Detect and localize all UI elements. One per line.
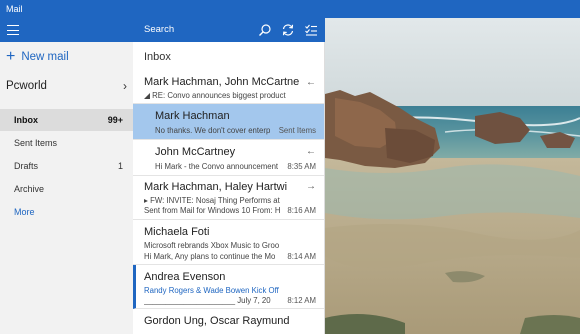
- message-sender: Mark Hachman, Haley Hartwi: [144, 181, 288, 193]
- message-preview: No thanks. We don't cover enterp: [155, 126, 271, 135]
- message-item[interactable]: John McCartney ← Hi Mark - the Convo ann…: [133, 140, 324, 176]
- select-messages-icon[interactable]: [304, 23, 318, 37]
- folder-inbox[interactable]: Inbox 99+: [0, 109, 133, 131]
- reply-icon: ←: [306, 77, 316, 88]
- message-subject-row: ▸ FW: INVITE: Nosaj Thing Performs at: [144, 196, 288, 205]
- message-sender: Andrea Evenson: [144, 271, 226, 283]
- more-label: More: [14, 207, 35, 217]
- message-item[interactable]: Michaela Foti Microsoft rebrands Xbox Mu…: [133, 220, 324, 265]
- message-preview: Sent from Mail for Windows 10 From: H: [144, 206, 281, 215]
- message-item[interactable]: Mark Hachman, John McCartne ← ◢ RE: Conv…: [133, 71, 324, 104]
- message-preview: Hi Mark - the Convo announcement: [155, 162, 279, 171]
- folder-label: Sent Items: [14, 138, 58, 148]
- message-item-selected[interactable]: Mark Hachman No thanks. We don't cover e…: [133, 104, 324, 140]
- forward-icon: →: [306, 181, 316, 192]
- window-title: Mail: [0, 0, 580, 18]
- nav-header: [0, 18, 133, 42]
- folder-label: Drafts: [14, 161, 39, 171]
- new-mail-button[interactable]: + New mail: [6, 49, 69, 65]
- message-subject-row: ◢ RE: Convo announces biggest product u: [144, 91, 288, 100]
- message-item[interactable]: Gordon Ung, Oscar Raymund: [133, 309, 324, 334]
- message-item[interactable]: Mark Hachman, Haley Hartwi → ▸ FW: INVIT…: [133, 176, 324, 220]
- folder-sent-items[interactable]: Sent Items: [0, 132, 133, 154]
- expand-caret-icon: ▸: [144, 196, 148, 205]
- message-time: 8:16 AM: [287, 206, 316, 215]
- folder-label: Inbox: [14, 115, 38, 125]
- message-sender: Mark Hachman: [155, 110, 230, 122]
- plus-icon: +: [6, 48, 16, 65]
- navigation-pane: + New mail Pcworld › Inbox 99+ Sent Item…: [0, 18, 133, 334]
- message-subject: RE: Convo announces biggest product u: [152, 91, 288, 100]
- folder-label: Archive: [14, 184, 45, 194]
- folder-title: Inbox: [144, 51, 171, 63]
- search-input[interactable]: Search: [144, 18, 174, 42]
- message-sender: Michaela Foti: [144, 226, 210, 238]
- search-icon[interactable]: [258, 23, 272, 37]
- message-subject: Microsoft rebrands Xbox Music to Groo: [144, 241, 280, 250]
- message-sender: John McCartney: [155, 146, 236, 158]
- message-time: 8:35 AM: [287, 162, 316, 171]
- search-bar: Search: [133, 18, 325, 42]
- sync-icon[interactable]: [281, 23, 295, 37]
- message-preview: _____________________ July 7, 20: [144, 296, 271, 305]
- hamburger-menu-icon[interactable]: [7, 25, 19, 35]
- reply-icon: ←: [306, 146, 316, 157]
- account-name: Pcworld: [6, 80, 47, 92]
- message-preview: Hi Mark, Any plans to continue the Mo: [144, 252, 276, 261]
- folder-drafts[interactable]: Drafts 1: [0, 155, 133, 177]
- message-time: 8:12 AM: [287, 296, 316, 305]
- collapse-caret-icon: ◢: [144, 91, 150, 100]
- new-mail-label: New mail: [21, 51, 69, 63]
- message-time: 8:14 AM: [287, 252, 316, 261]
- message-sender: Mark Hachman, John McCartne: [144, 76, 300, 88]
- folder-archive[interactable]: Archive: [0, 178, 133, 200]
- message-subject: Randy Rogers & Wade Bowen Kick Off: [144, 286, 279, 295]
- folder-count: 99+: [107, 115, 123, 125]
- more-folders-link[interactable]: More: [0, 201, 133, 223]
- message-folder-tag: Sent Items: [278, 126, 316, 135]
- message-list-pane: Search Inbox Mark Hachman, John McCartne…: [133, 18, 325, 334]
- message-sender: Gordon Ung, Oscar Raymund: [144, 315, 290, 327]
- message-subject: FW: INVITE: Nosaj Thing Performs at: [150, 196, 280, 205]
- folder-count: 1: [117, 161, 123, 171]
- message-item-unread[interactable]: Andrea Evenson Randy Rogers & Wade Bowen…: [133, 265, 324, 309]
- chevron-right-icon: ›: [123, 79, 127, 93]
- account-item[interactable]: Pcworld ›: [6, 78, 127, 94]
- reading-pane-background-image: [325, 18, 580, 334]
